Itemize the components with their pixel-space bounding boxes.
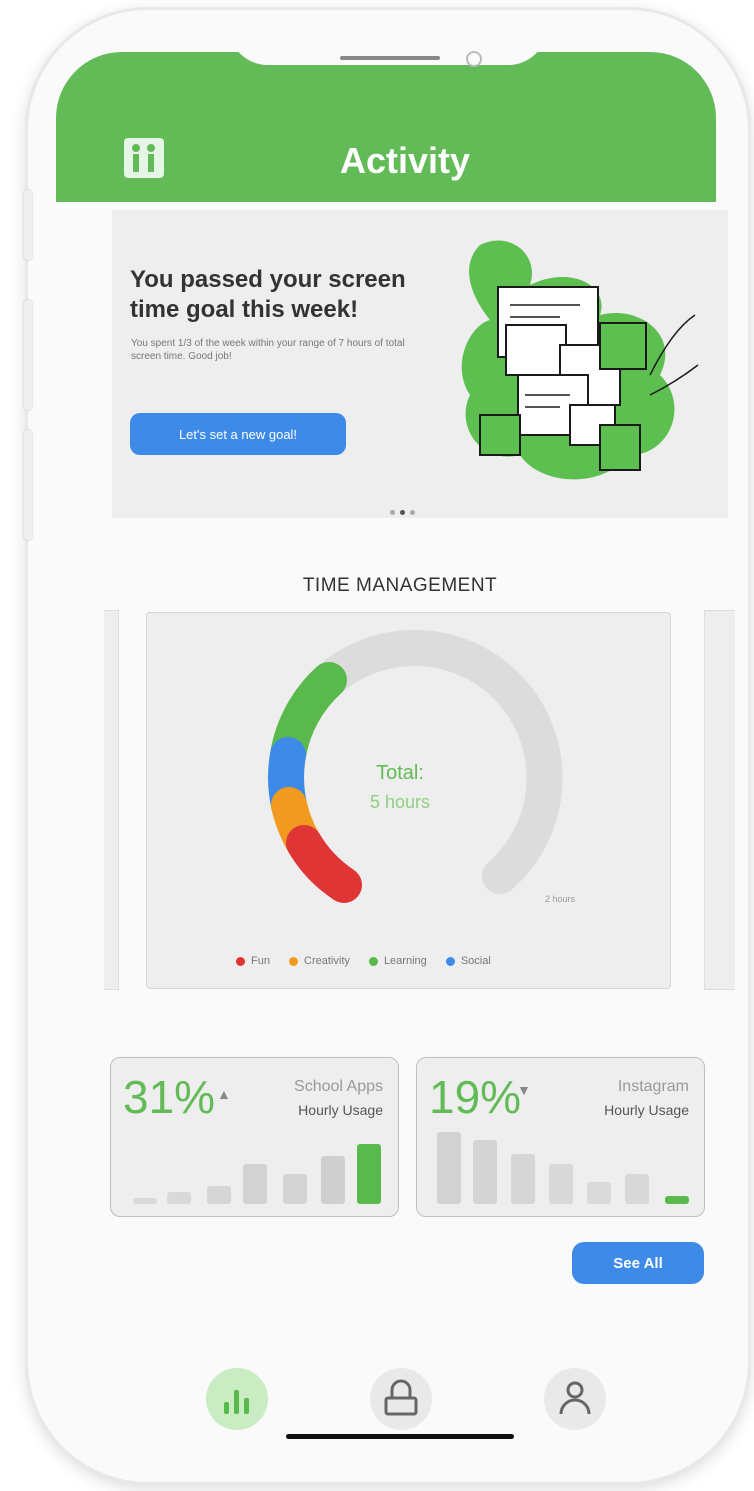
home-indicator[interactable] (286, 1434, 514, 1439)
trend-up-icon: ▲ (217, 1086, 231, 1102)
volume-up-button (24, 300, 32, 410)
legend-label: Learning (383, 955, 427, 967)
usage-bar (473, 1140, 497, 1204)
usage-label: Hourly Usage (298, 1102, 383, 1118)
legend-dot (236, 956, 245, 966)
usage-bar (167, 1192, 191, 1204)
set-new-goal-button[interactable]: Let's set a new goal! (130, 413, 346, 455)
usage-bar-current (357, 1144, 381, 1204)
usage-percent: 19% (429, 1071, 522, 1123)
usage-bar-current (665, 1196, 689, 1204)
family-icon[interactable] (122, 136, 166, 180)
legend-label: Creativity (304, 955, 350, 967)
usage-bar (321, 1156, 345, 1204)
speaker (340, 56, 440, 60)
nav-lock-tab[interactable] (370, 1368, 432, 1430)
legend-label: Fun (251, 955, 270, 967)
camera (466, 51, 482, 67)
previous-card-peek[interactable] (104, 610, 119, 990)
lock-icon (384, 1379, 418, 1416)
legend-item-fun: Fun (236, 955, 270, 967)
school-apps-usage-card[interactable]: 31% ▲ School Apps Hourly Usage (110, 1057, 399, 1217)
legend-label: Social (460, 955, 491, 967)
legend-dot (368, 956, 378, 966)
app-name: Instagram (617, 1078, 689, 1095)
pager-dot[interactable] (410, 510, 415, 515)
usage-bar (587, 1182, 611, 1204)
pager-dot[interactable] (390, 510, 395, 515)
nav-activity-tab[interactable] (206, 1368, 268, 1430)
banner-pager[interactable] (390, 502, 420, 520)
activity-icon (224, 1390, 249, 1414)
volume-down-button (24, 430, 32, 540)
trend-down-icon: ▼ (517, 1082, 531, 1098)
banner-subtitle: You spent 1/3 of the week within your ra… (131, 338, 405, 362)
usage-bar (437, 1132, 461, 1204)
usage-bar (283, 1174, 307, 1204)
time-management-title: TIME MANAGEMENT (302, 575, 498, 596)
remaining-label: 2 hours (545, 894, 576, 904)
usage-bar (133, 1198, 157, 1204)
chart-legend: Fun Creativity Learning Social (236, 955, 596, 967)
legend-item-learning: Learning (368, 955, 427, 967)
banner-title: You passed your screen time goal this we… (130, 266, 406, 323)
legend-dot (289, 956, 299, 966)
usage-bar (243, 1164, 267, 1204)
usage-bar (511, 1154, 535, 1204)
next-card-peek[interactable] (704, 610, 735, 990)
usage-bar (625, 1174, 649, 1204)
usage-bar (549, 1164, 573, 1204)
profile-icon (559, 1381, 591, 1415)
app-name: School Apps (294, 1078, 383, 1095)
legend-dot (445, 956, 455, 966)
legend-item-social: Social (445, 955, 491, 967)
usage-percent: 31% (123, 1071, 216, 1123)
pager-dot-active[interactable] (400, 510, 405, 515)
legend-item-creativity: Creativity (289, 955, 350, 967)
side-button (24, 190, 32, 260)
plant-photos-illustration (461, 240, 699, 480)
total-value: 5 hours (369, 792, 431, 812)
page-title: Activity (339, 140, 471, 181)
nav-profile-tab[interactable] (544, 1368, 606, 1430)
usage-bar (207, 1186, 231, 1204)
instagram-usage-card[interactable]: 19% ▼ Instagram Hourly Usage (416, 1057, 705, 1217)
total-label: Total: (376, 762, 424, 784)
see-all-button[interactable]: See All (572, 1242, 704, 1284)
donut-segment-fun (286, 825, 362, 903)
usage-label: Hourly Usage (604, 1102, 689, 1118)
